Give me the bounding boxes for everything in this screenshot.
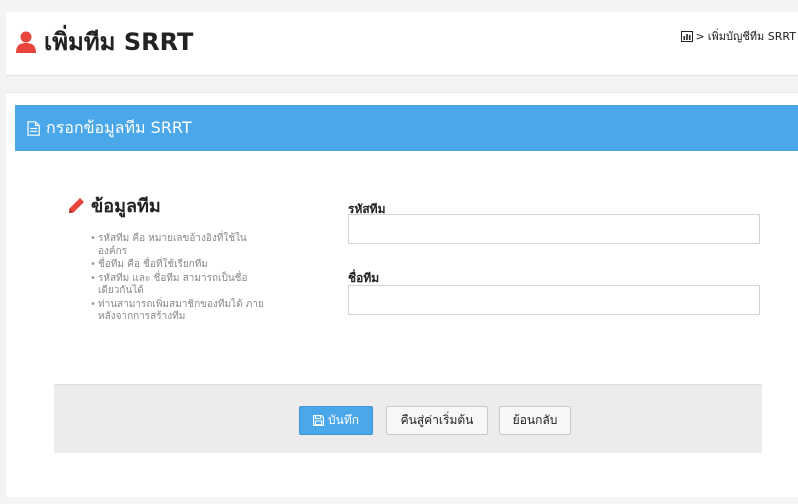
document-icon: [27, 120, 40, 136]
floppy-disk-icon: [313, 415, 324, 426]
help-list: รหัสทีม คือ หมายเลขอ้างอิงที่ใช้ใน องค์ก…: [90, 233, 275, 325]
section-title: ข้อมูลทีม: [68, 191, 161, 220]
panel-header: กรอกข้อมูลทีม SRRT: [15, 105, 798, 151]
help-item: ท่านสามารถเพิ่มสมาชิกของทีมได้ ภายหลังจา…: [90, 299, 275, 324]
save-button-label: บันทึก: [328, 413, 359, 427]
breadcrumb: > เพิ่มบัญชีทีม SRRT: [680, 27, 796, 45]
bar-chart-icon: [680, 30, 693, 42]
help-item: รหัสทีม คือ หมายเลขอ้างอิงที่ใช้ใน องค์ก…: [90, 233, 275, 258]
reset-button-label: คืนสู่ค่าเริ่มต้น: [400, 413, 474, 427]
section-title-text: ข้อมูลทีม: [91, 196, 161, 217]
team-code-input[interactable]: [348, 214, 760, 244]
panel-title: กรอกข้อมูลทีม SRRT: [46, 117, 192, 137]
form-panel: กรอกข้อมูลทีม SRRT ข้อมูลทีม รหัสทีม คือ…: [6, 92, 798, 497]
team-name-input[interactable]: [348, 285, 760, 315]
save-button[interactable]: บันทึก: [299, 406, 373, 435]
help-item: รหัสทีม และ ชื่อทีม สามารถเป็นชื่อ เดียว…: [90, 273, 275, 298]
reset-button[interactable]: คืนสู่ค่าเริ่มต้น: [386, 406, 488, 435]
breadcrumb-separator: >: [695, 29, 705, 43]
page-title-text: เพิ่มทีม SRRT: [44, 28, 194, 56]
form-actions: บันทึก คืนสู่ค่าเริ่มต้น ย้อนกลับ: [54, 384, 762, 453]
user-icon: [16, 31, 36, 53]
breadcrumb-current[interactable]: เพิ่มบัญชีทีม SRRT: [708, 27, 796, 45]
page-title: เพิ่มทีม SRRT: [16, 22, 193, 61]
pencil-icon: [69, 198, 84, 213]
page-header: เพิ่มทีม SRRT > เพิ่มบัญชีทีม SRRT: [6, 12, 798, 76]
back-button-label: ย้อนกลับ: [512, 413, 558, 427]
help-item: ชื่อทีม คือ ชื่อที่ใช้เรียกทีม: [90, 259, 275, 272]
back-button[interactable]: ย้อนกลับ: [499, 406, 571, 435]
